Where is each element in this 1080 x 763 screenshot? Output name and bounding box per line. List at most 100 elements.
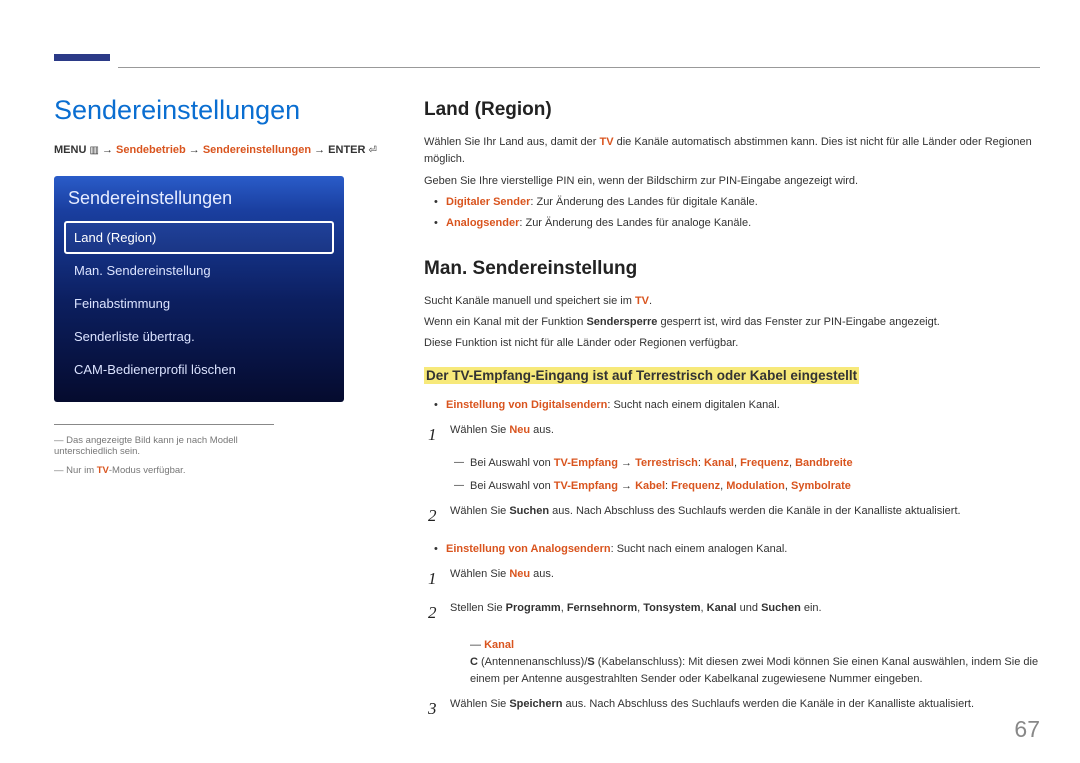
text: Stellen Sie: [450, 602, 506, 614]
step-body: Wählen Sie Suchen aus. Nach Abschluss de…: [450, 503, 1040, 520]
tv-term: TV: [599, 136, 613, 148]
text: (Antennenanschluss)/: [478, 656, 587, 668]
page-number: 67: [1014, 716, 1040, 743]
text: Bei Auswahl von: [470, 480, 554, 492]
text: aus.: [530, 568, 554, 580]
man-p2: Wenn ein Kanal mit der Funktion Sendersp…: [424, 314, 1040, 331]
term: TV-Empfang: [554, 480, 618, 492]
footnote-2-pre: ― Nur im: [54, 465, 97, 476]
sep: und: [737, 602, 761, 614]
menu-item-man-sendereinstellung[interactable]: Man. Sendereinstellung: [64, 254, 334, 287]
analog-step-3: 3 Wählen Sie Speichern aus. Nach Abschlu…: [424, 696, 1040, 722]
term: Kabel: [635, 480, 665, 492]
footnote-2-post: -Modus verfügbar.: [109, 465, 186, 476]
header-rule: [118, 67, 1040, 68]
breadcrumb-arrow: →: [102, 144, 116, 156]
heading-man-sendereinstellung: Man. Sendereinstellung: [424, 254, 1040, 283]
menu-item-land-region[interactable]: Land (Region): [64, 221, 334, 254]
menu-item-feinabstimmung[interactable]: Feinabstimmung: [64, 287, 334, 320]
text: Sucht Kanäle manuell und speichert sie i…: [424, 295, 635, 307]
step-body: Wählen Sie Neu aus.: [450, 422, 1040, 439]
term: Modulation: [726, 480, 785, 492]
land-bullet-analog: Analogsender: Zur Änderung des Landes fü…: [424, 215, 1040, 232]
highlight-heading: Der TV-Empfang-Eingang ist auf Terrestri…: [424, 367, 859, 384]
tv-term: TV: [635, 295, 649, 307]
suchen-term: Suchen: [509, 505, 549, 517]
neu-term: Neu: [509, 424, 530, 436]
step-body: Wählen Sie Neu aus.: [450, 566, 1040, 583]
step-number: 1: [424, 566, 450, 592]
menu-item-cam-bedienerprofil[interactable]: CAM-Bedienerprofil löschen: [64, 353, 334, 386]
bullet-analog-setting: Einstellung von Analogsendern: Sucht nac…: [424, 541, 1040, 558]
menu-icon: ▥: [89, 145, 98, 156]
settings-menu-panel: Sendereinstellungen Land (Region) Man. S…: [54, 176, 344, 402]
label: Digitaler Sender: [446, 196, 530, 208]
term: Programm: [506, 602, 561, 614]
term: Terrestrisch: [635, 457, 698, 469]
kanal-label: Kanal: [484, 639, 514, 651]
breadcrumb: MENU ▥ → Sendebetrieb → Sendereinstellun…: [54, 144, 394, 156]
analog-step-2: 2 Stellen Sie Programm, Fernsehnorm, Ton…: [424, 600, 1040, 626]
breadcrumb-part1: Sendebetrieb: [116, 144, 186, 156]
text: Wählen Sie: [450, 424, 509, 436]
step-body: Wählen Sie Speichern aus. Nach Abschluss…: [450, 696, 1040, 713]
text: aus.: [530, 424, 554, 436]
step-body: Stellen Sie Programm, Fernsehnorm, Tonsy…: [450, 600, 1040, 617]
text: ein.: [801, 602, 822, 614]
man-p3: Diese Funktion ist nicht für alle Länder…: [424, 335, 1040, 352]
term: Kanal: [707, 602, 737, 614]
breadcrumb-arrow: →: [314, 144, 328, 156]
term: Suchen: [761, 602, 801, 614]
term: Frequenz: [671, 480, 720, 492]
digital-step-1: 1 Wählen Sie Neu aus.: [424, 422, 1040, 448]
digital-sub-terrestrisch: Bei Auswahl von TV-Empfang → Terrestrisc…: [424, 455, 1040, 472]
term: Bandbreite: [795, 457, 852, 469]
term: Frequenz: [740, 457, 789, 469]
step-number: 2: [424, 600, 450, 626]
heading-land-region: Land (Region): [424, 95, 1040, 124]
neu-term: Neu: [509, 568, 530, 580]
term: Symbolrate: [791, 480, 851, 492]
label: Einstellung von Analogsendern: [446, 543, 611, 555]
c-mode: C: [470, 656, 478, 668]
arrow: →: [618, 480, 635, 492]
step-number: 3: [424, 696, 450, 722]
term: Kanal: [704, 457, 734, 469]
digital-step-2: 2 Wählen Sie Suchen aus. Nach Abschluss …: [424, 503, 1040, 529]
label: Einstellung von Digitalsendern: [446, 399, 607, 411]
menu-item-senderliste-uebertrag[interactable]: Senderliste übertrag.: [64, 320, 334, 353]
term: Fernsehnorm: [567, 602, 637, 614]
dash: ―: [470, 639, 484, 651]
land-p1: Wählen Sie Ihr Land aus, damit der TV di…: [424, 134, 1040, 168]
label: Analogsender: [446, 217, 519, 229]
page-body: Sendereinstellungen MENU ▥ → Sendebetrie…: [54, 95, 1040, 723]
land-p2: Geben Sie Ihre vierstellige PIN ein, wen…: [424, 173, 1040, 190]
header-accent-bar: [54, 54, 110, 61]
footnote-1: ― Das angezeigte Bild kann je nach Model…: [54, 435, 274, 457]
enter-icon: ⏎: [369, 145, 377, 156]
text: aus. Nach Abschluss des Suchlaufs werden…: [549, 505, 961, 517]
arrow: →: [618, 457, 635, 469]
breadcrumb-part2: Sendereinstellungen: [203, 144, 311, 156]
text: Wählen Sie Ihr Land aus, damit der: [424, 136, 599, 148]
sendersperre-term: Sendersperre: [586, 316, 657, 328]
term: Tonsystem: [643, 602, 700, 614]
step-number: 1: [424, 422, 450, 448]
breadcrumb-enter: ENTER: [328, 144, 365, 156]
footnotes: ― Das angezeigte Bild kann je nach Model…: [54, 424, 274, 476]
text: .: [649, 295, 652, 307]
term: TV-Empfang: [554, 457, 618, 469]
land-bullet-digital: Digitaler Sender: Zur Änderung des Lande…: [424, 194, 1040, 211]
step-number: 2: [424, 503, 450, 529]
text: Bei Auswahl von: [470, 457, 554, 469]
text: Wenn ein Kanal mit der Funktion: [424, 316, 586, 328]
analog-step-1: 1 Wählen Sie Neu aus.: [424, 566, 1040, 592]
breadcrumb-menu: MENU: [54, 144, 86, 156]
man-p1: Sucht Kanäle manuell und speichert sie i…: [424, 293, 1040, 310]
text: gesperrt ist, wird das Fenster zur PIN-E…: [657, 316, 939, 328]
s-mode: S: [587, 656, 594, 668]
footnote-2: ― Nur im TV-Modus verfügbar.: [54, 465, 274, 476]
text: Wählen Sie: [450, 568, 509, 580]
bullet-digital-setting: Einstellung von Digitalsendern: Sucht na…: [424, 397, 1040, 414]
menu-panel-title: Sendereinstellungen: [64, 188, 334, 209]
